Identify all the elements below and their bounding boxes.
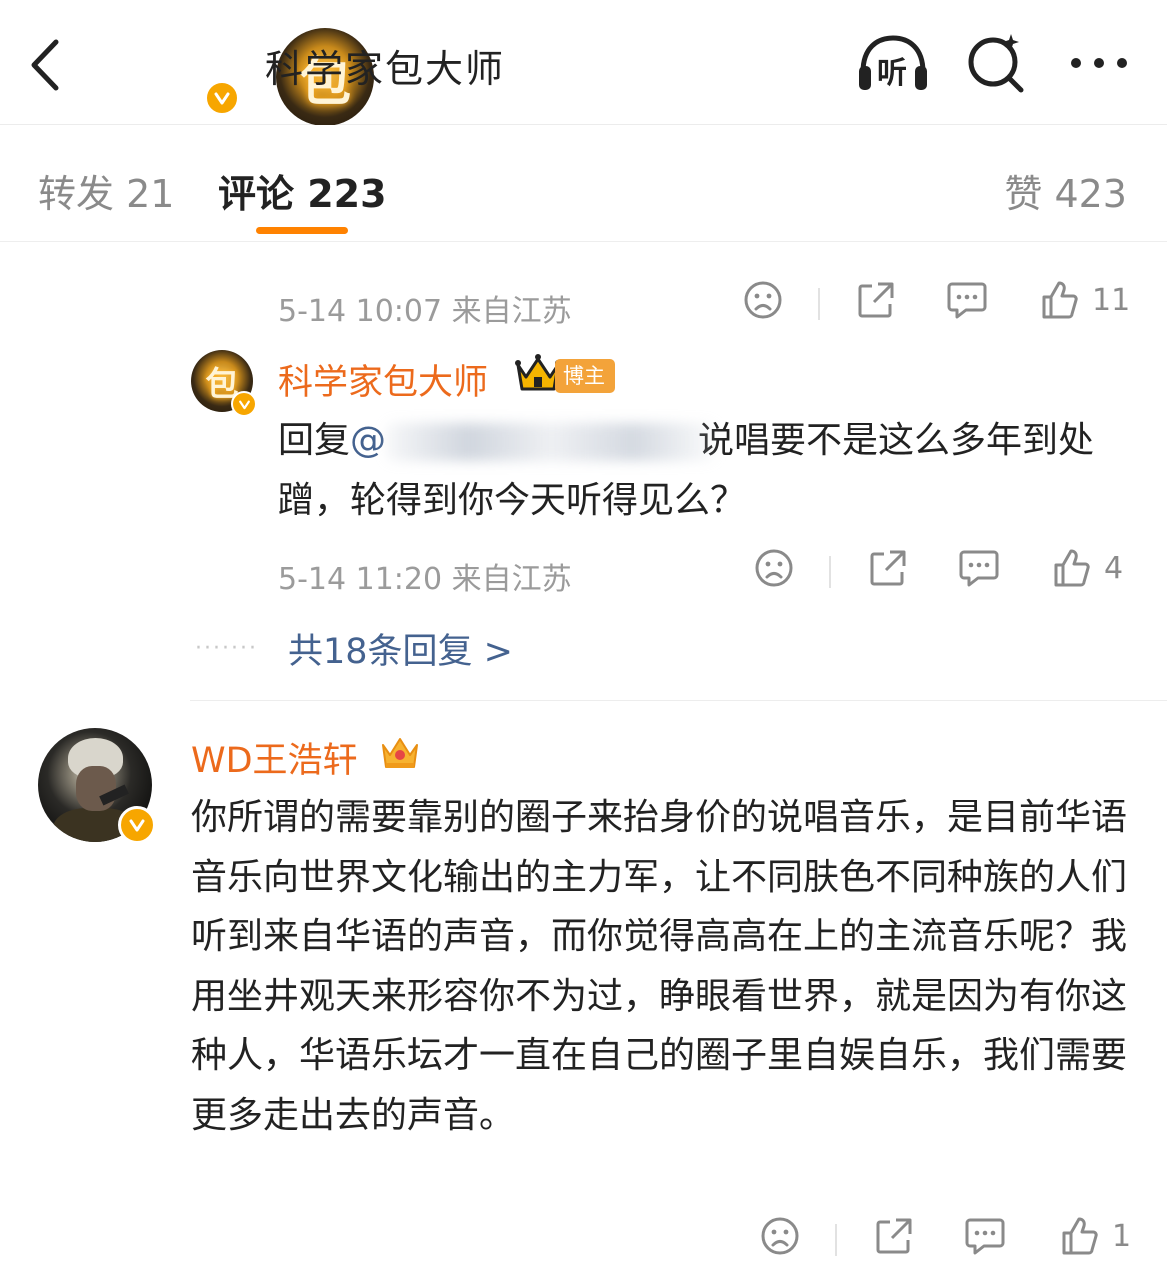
share-button[interactable]: [868, 548, 908, 588]
dislike-button[interactable]: [760, 1216, 800, 1256]
active-tab-indicator: [256, 227, 348, 234]
page-title[interactable]: 科学家包大师: [265, 38, 505, 93]
reply-button[interactable]: [964, 1216, 1006, 1256]
blurred-username: [386, 423, 717, 461]
blogger-badge: 博主: [555, 359, 615, 393]
share-icon: [870, 550, 906, 586]
dislike-button[interactable]: [754, 548, 794, 588]
comment-icon: [947, 282, 987, 319]
share-icon: [858, 282, 894, 318]
reply-button[interactable]: [946, 280, 988, 320]
mention-link[interactable]: @: [350, 420, 386, 461]
tab-likes[interactable]: 赞 423: [1004, 163, 1127, 218]
share-button[interactable]: [874, 1216, 914, 1256]
tab-bar: 转发 21 评论 223 赞 423: [0, 125, 1167, 242]
like-button[interactable]: 1: [1060, 1216, 1131, 1256]
search-icon: [968, 34, 1024, 93]
tab-comments[interactable]: 评论 223: [218, 163, 387, 218]
sad-face-icon: [755, 549, 793, 587]
author-avatar[interactable]: 包: [138, 14, 374, 126]
reply-text: 回复@ 说唱要不是这么多年到处蹭，轮得到你今天听得见么？: [278, 411, 1138, 531]
thumbs-up-icon: [1042, 281, 1078, 319]
commenter-username[interactable]: WD王浩轩: [191, 732, 358, 783]
like-count: 4: [1104, 550, 1124, 586]
more-icon: [1071, 58, 1127, 68]
dots-separator: ·······: [195, 636, 258, 661]
more-button[interactable]: [1068, 45, 1130, 85]
comment-meta-row: 5-14 10:07 来自江苏 11: [278, 280, 1138, 330]
listen-button[interactable]: 听: [855, 34, 931, 98]
comment-list: 5-14 10:07 来自江苏 11 包 科学家包大师 博主 回复@ 说唱要不是…: [0, 243, 1167, 1280]
reply-username[interactable]: 科学家包大师: [278, 354, 488, 405]
crown-icon: [382, 738, 418, 768]
reply-time: 5-14 11:20 来自江苏: [278, 562, 572, 597]
like-button[interactable]: 4: [1052, 548, 1123, 588]
reply-button[interactable]: [958, 548, 1000, 588]
like-count: 11: [1092, 282, 1131, 318]
verified-icon: [231, 391, 257, 417]
divider: [818, 288, 820, 320]
like-button[interactable]: 11: [1040, 280, 1130, 320]
sad-face-icon: [761, 1217, 799, 1255]
top-bar: 包 科学家包大师 听: [0, 0, 1167, 126]
listen-label: 听: [877, 56, 907, 91]
reply-prefix: 回复: [278, 420, 351, 461]
dislike-button[interactable]: [743, 280, 783, 320]
like-count: 1: [1112, 1218, 1132, 1254]
sad-face-icon: [744, 281, 782, 319]
back-button[interactable]: [22, 30, 82, 100]
share-button[interactable]: [856, 280, 896, 320]
comment-icon: [965, 1218, 1005, 1255]
reply-meta-row: 5-14 11:20 来自江苏 4: [278, 548, 1138, 598]
share-icon: [876, 1218, 912, 1254]
search-button[interactable]: [965, 30, 1029, 98]
back-arrow-icon: [31, 39, 59, 91]
comment-time: 5-14 10:07 来自江苏: [278, 294, 572, 329]
comment-text: 你所谓的需要靠别的圈子来抬身价的说唱音乐，是目前华语音乐向世界文化输出的主力军，…: [191, 797, 1128, 1136]
comment-actions-row: 1: [278, 1216, 1138, 1266]
verified-icon: [204, 80, 240, 116]
more-replies-label: 共18条回复 >: [287, 632, 513, 672]
divider: [829, 556, 831, 588]
tab-repost[interactable]: 转发 21: [38, 163, 174, 218]
comment-icon: [959, 550, 999, 587]
view-more-replies[interactable]: ······· 共18条回复 >: [195, 623, 513, 674]
thumbs-up-icon: [1054, 549, 1090, 587]
comment-divider: [190, 700, 1167, 701]
thumbs-up-icon: [1062, 1217, 1098, 1255]
verified-icon: [118, 806, 156, 844]
divider: [835, 1224, 837, 1256]
